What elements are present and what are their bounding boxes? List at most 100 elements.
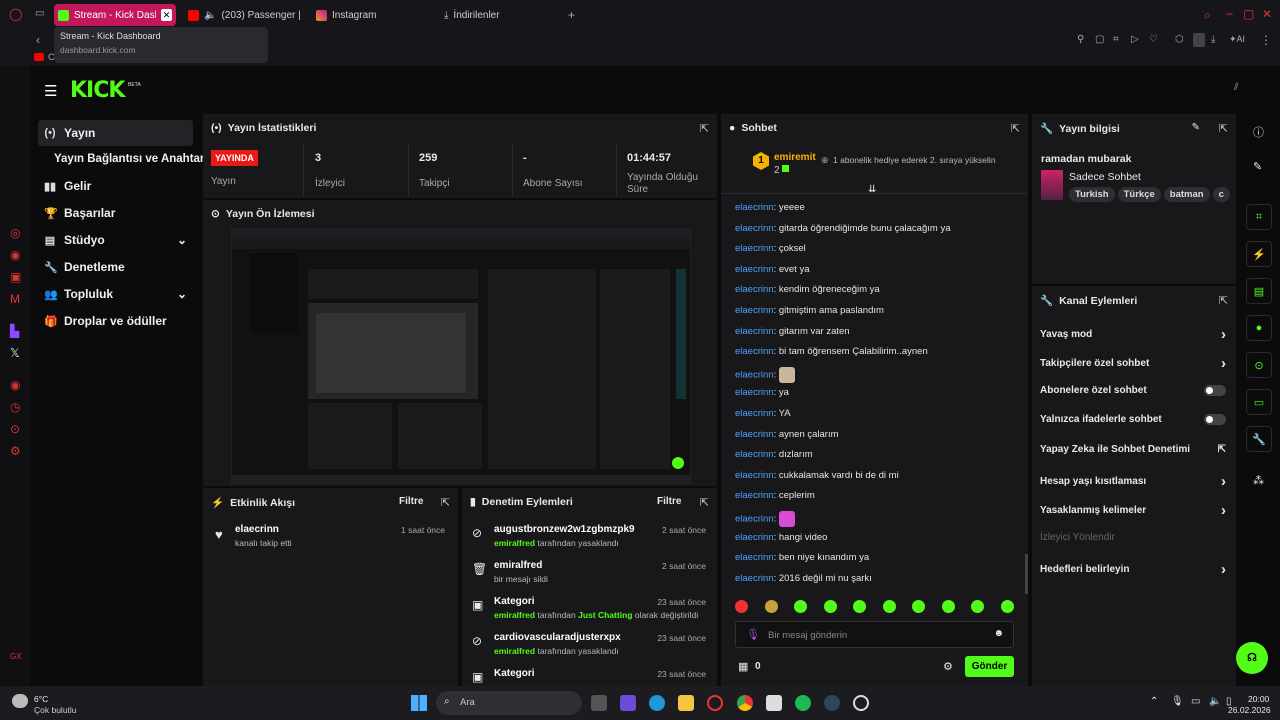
- close-tab-icon[interactable]: ✕: [161, 9, 172, 21]
- chat-username[interactable]: elaecrinn: [735, 369, 774, 380]
- opera-gx-icon[interactable]: [707, 695, 723, 711]
- spotify-icon[interactable]: [795, 695, 811, 711]
- external-link-icon[interactable]: ⇱: [1218, 444, 1226, 455]
- layout-toggle-icon[interactable]: ⫽: [1234, 82, 1238, 93]
- popout-icon[interactable]: ⇱: [700, 122, 709, 135]
- emote-icon[interactable]: [1000, 600, 1014, 613]
- tag[interactable]: Türkçe: [1117, 187, 1161, 202]
- weather-icon[interactable]: [12, 694, 28, 708]
- bookmark-youtube-icon[interactable]: [34, 53, 44, 61]
- nav-item-revenue[interactable]: ▮▮ Gelir: [38, 173, 193, 199]
- clip-button[interactable]: ⌗: [1246, 204, 1272, 230]
- maximize-icon[interactable]: ▢: [1243, 7, 1254, 21]
- steam-icon[interactable]: [824, 695, 840, 711]
- wrench-button[interactable]: 🔧: [1246, 426, 1272, 452]
- edge-icon[interactable]: [649, 695, 665, 711]
- sidebar-instagram-icon[interactable]: ▣: [10, 270, 21, 284]
- tab-downloads[interactable]: ⤓ İndirilenler: [444, 4, 554, 26]
- channel-action-row[interactable]: Hesap yaşı kısıtlaması ›: [1040, 473, 1226, 490]
- sidebar-x-icon[interactable]: 𝕏: [10, 346, 20, 360]
- channel-action-row[interactable]: Abonelere özel sohbet: [1040, 384, 1226, 396]
- network-icon[interactable]: ▭: [1191, 696, 1200, 707]
- nav-item-stream[interactable]: (•) Yayın: [38, 120, 193, 146]
- send-button[interactable]: Gönder: [965, 656, 1014, 677]
- sidebar-player-icon[interactable]: ◉: [10, 378, 20, 392]
- chat-username[interactable]: elaecrinn: [735, 490, 774, 501]
- emote-icon[interactable]: [941, 600, 955, 613]
- mic-tray-icon[interactable]: 🎙: [1171, 696, 1184, 707]
- moderator-name[interactable]: emiralfred: [494, 646, 535, 656]
- category-name[interactable]: Sadece Sohbet: [1069, 171, 1141, 183]
- help-button[interactable]: ☊: [1236, 642, 1268, 674]
- popout-icon[interactable]: ⇱: [1219, 122, 1228, 135]
- nav-item-community[interactable]: 👥 Topluluk ⌄: [38, 281, 193, 307]
- mic-icon[interactable]: 🎙: [746, 628, 760, 641]
- copilot-icon[interactable]: [620, 695, 636, 711]
- nav-item-studio[interactable]: ▤ Stüdyo ⌄: [38, 227, 193, 253]
- popout-icon[interactable]: ⇱: [700, 496, 709, 509]
- chat-username[interactable]: elaecrinn: [735, 408, 774, 419]
- hamburger-menu-icon[interactable]: ☰: [44, 82, 57, 100]
- moderation-title-text[interactable]: cardiovascularadjusterxpx: [494, 632, 621, 643]
- moderation-title-text[interactable]: emiralfred: [494, 560, 548, 571]
- activity-user[interactable]: elaecrinn: [235, 524, 292, 535]
- bolt-button[interactable]: ⚡: [1246, 241, 1272, 267]
- chat-username[interactable]: elaecrinn: [735, 346, 774, 357]
- notes-button[interactable]: ▤: [1246, 278, 1272, 304]
- sidebar-settings-icon[interactable]: ⚙: [10, 444, 21, 458]
- moderator-name[interactable]: emiralfred: [494, 610, 535, 620]
- sidebar-mail-icon[interactable]: M: [10, 292, 20, 306]
- windows-start-icon[interactable]: [411, 695, 427, 711]
- chat-username[interactable]: elaecrinn: [735, 573, 774, 584]
- weather-temp[interactable]: 6°C: [34, 694, 48, 704]
- chevron-right-icon[interactable]: ›: [1221, 502, 1226, 519]
- emote-icon[interactable]: [912, 600, 925, 613]
- minimize-icon[interactable]: –: [1226, 6, 1233, 20]
- toolbar-pin-icon[interactable]: ⚲: [1077, 34, 1084, 45]
- emoji-picker-icon[interactable]: ☻: [993, 628, 1004, 639]
- store-icon[interactable]: [766, 695, 782, 711]
- tab-manager-icon[interactable]: ▭: [35, 8, 44, 19]
- popout-icon[interactable]: ⇱: [1219, 294, 1228, 307]
- emote-icon[interactable]: [794, 600, 807, 613]
- popout-icon[interactable]: ⇱: [441, 496, 450, 509]
- toolbar-menu-icon[interactable]: ⋮: [1260, 33, 1272, 47]
- taskview-icon[interactable]: [591, 695, 607, 711]
- toolbar-ai-icon[interactable]: ✦AI: [1229, 34, 1245, 45]
- nav-item-drops[interactable]: 🎁 Droplar ve ödüller: [38, 308, 193, 334]
- emote-icon[interactable]: [971, 600, 984, 613]
- stream-preview-video[interactable]: [231, 228, 691, 484]
- broadcast-button[interactable]: ⊙: [1246, 352, 1272, 378]
- chat-username[interactable]: elaecrinn: [735, 429, 774, 440]
- moderation-filter-button[interactable]: Filtre: [657, 496, 681, 507]
- chevron-right-icon[interactable]: ›: [1221, 561, 1226, 578]
- chat-username[interactable]: elaecrinn: [735, 202, 774, 213]
- channel-action-row[interactable]: Takipçilere özel sohbet ›: [1040, 355, 1226, 372]
- tab-youtube[interactable]: 🔈 (203) Passenger | Let: [188, 4, 300, 26]
- close-window-icon[interactable]: ✕: [1262, 7, 1272, 21]
- tag[interactable]: c: [1212, 187, 1230, 202]
- toggle-switch[interactable]: [1204, 384, 1226, 396]
- kick-logo[interactable]: KICK: [70, 78, 125, 103]
- emote-icon[interactable]: [853, 600, 866, 613]
- nav-item-achievements[interactable]: 🏆 Başarılar: [38, 200, 193, 226]
- sidebar-messenger-icon[interactable]: ◉: [10, 248, 20, 262]
- channel-action-row[interactable]: Yalnızca ifadelerle sohbet: [1040, 414, 1226, 426]
- emote-icon[interactable]: [764, 600, 778, 613]
- taskbar-search[interactable]: ⌕ Ara: [436, 691, 582, 715]
- moderator-name[interactable]: emiralfred: [494, 538, 535, 548]
- chat-username[interactable]: elaecrinn: [735, 243, 774, 254]
- obs-icon[interactable]: [853, 695, 869, 711]
- back-icon[interactable]: ‹: [36, 33, 40, 47]
- chrome-icon[interactable]: [737, 695, 753, 711]
- pinned-user[interactable]: emiremit: [774, 152, 816, 163]
- moderation-title-text[interactable]: augustbronzew2w1zgbmzpk9: [494, 524, 635, 535]
- chat-username[interactable]: elaecrinn: [735, 264, 774, 275]
- nav-item-moderation[interactable]: 🔧 Denetleme: [38, 254, 193, 280]
- chat-username[interactable]: elaecrinn: [735, 514, 774, 525]
- chat-username[interactable]: elaecrinn: [735, 326, 774, 337]
- search-tabs-icon[interactable]: ⌕: [1204, 8, 1211, 23]
- toolbar-snapshot-icon[interactable]: ▢: [1095, 34, 1104, 45]
- tab-instagram[interactable]: Instagram: [316, 4, 416, 26]
- chat-username[interactable]: elaecrinn: [735, 284, 774, 295]
